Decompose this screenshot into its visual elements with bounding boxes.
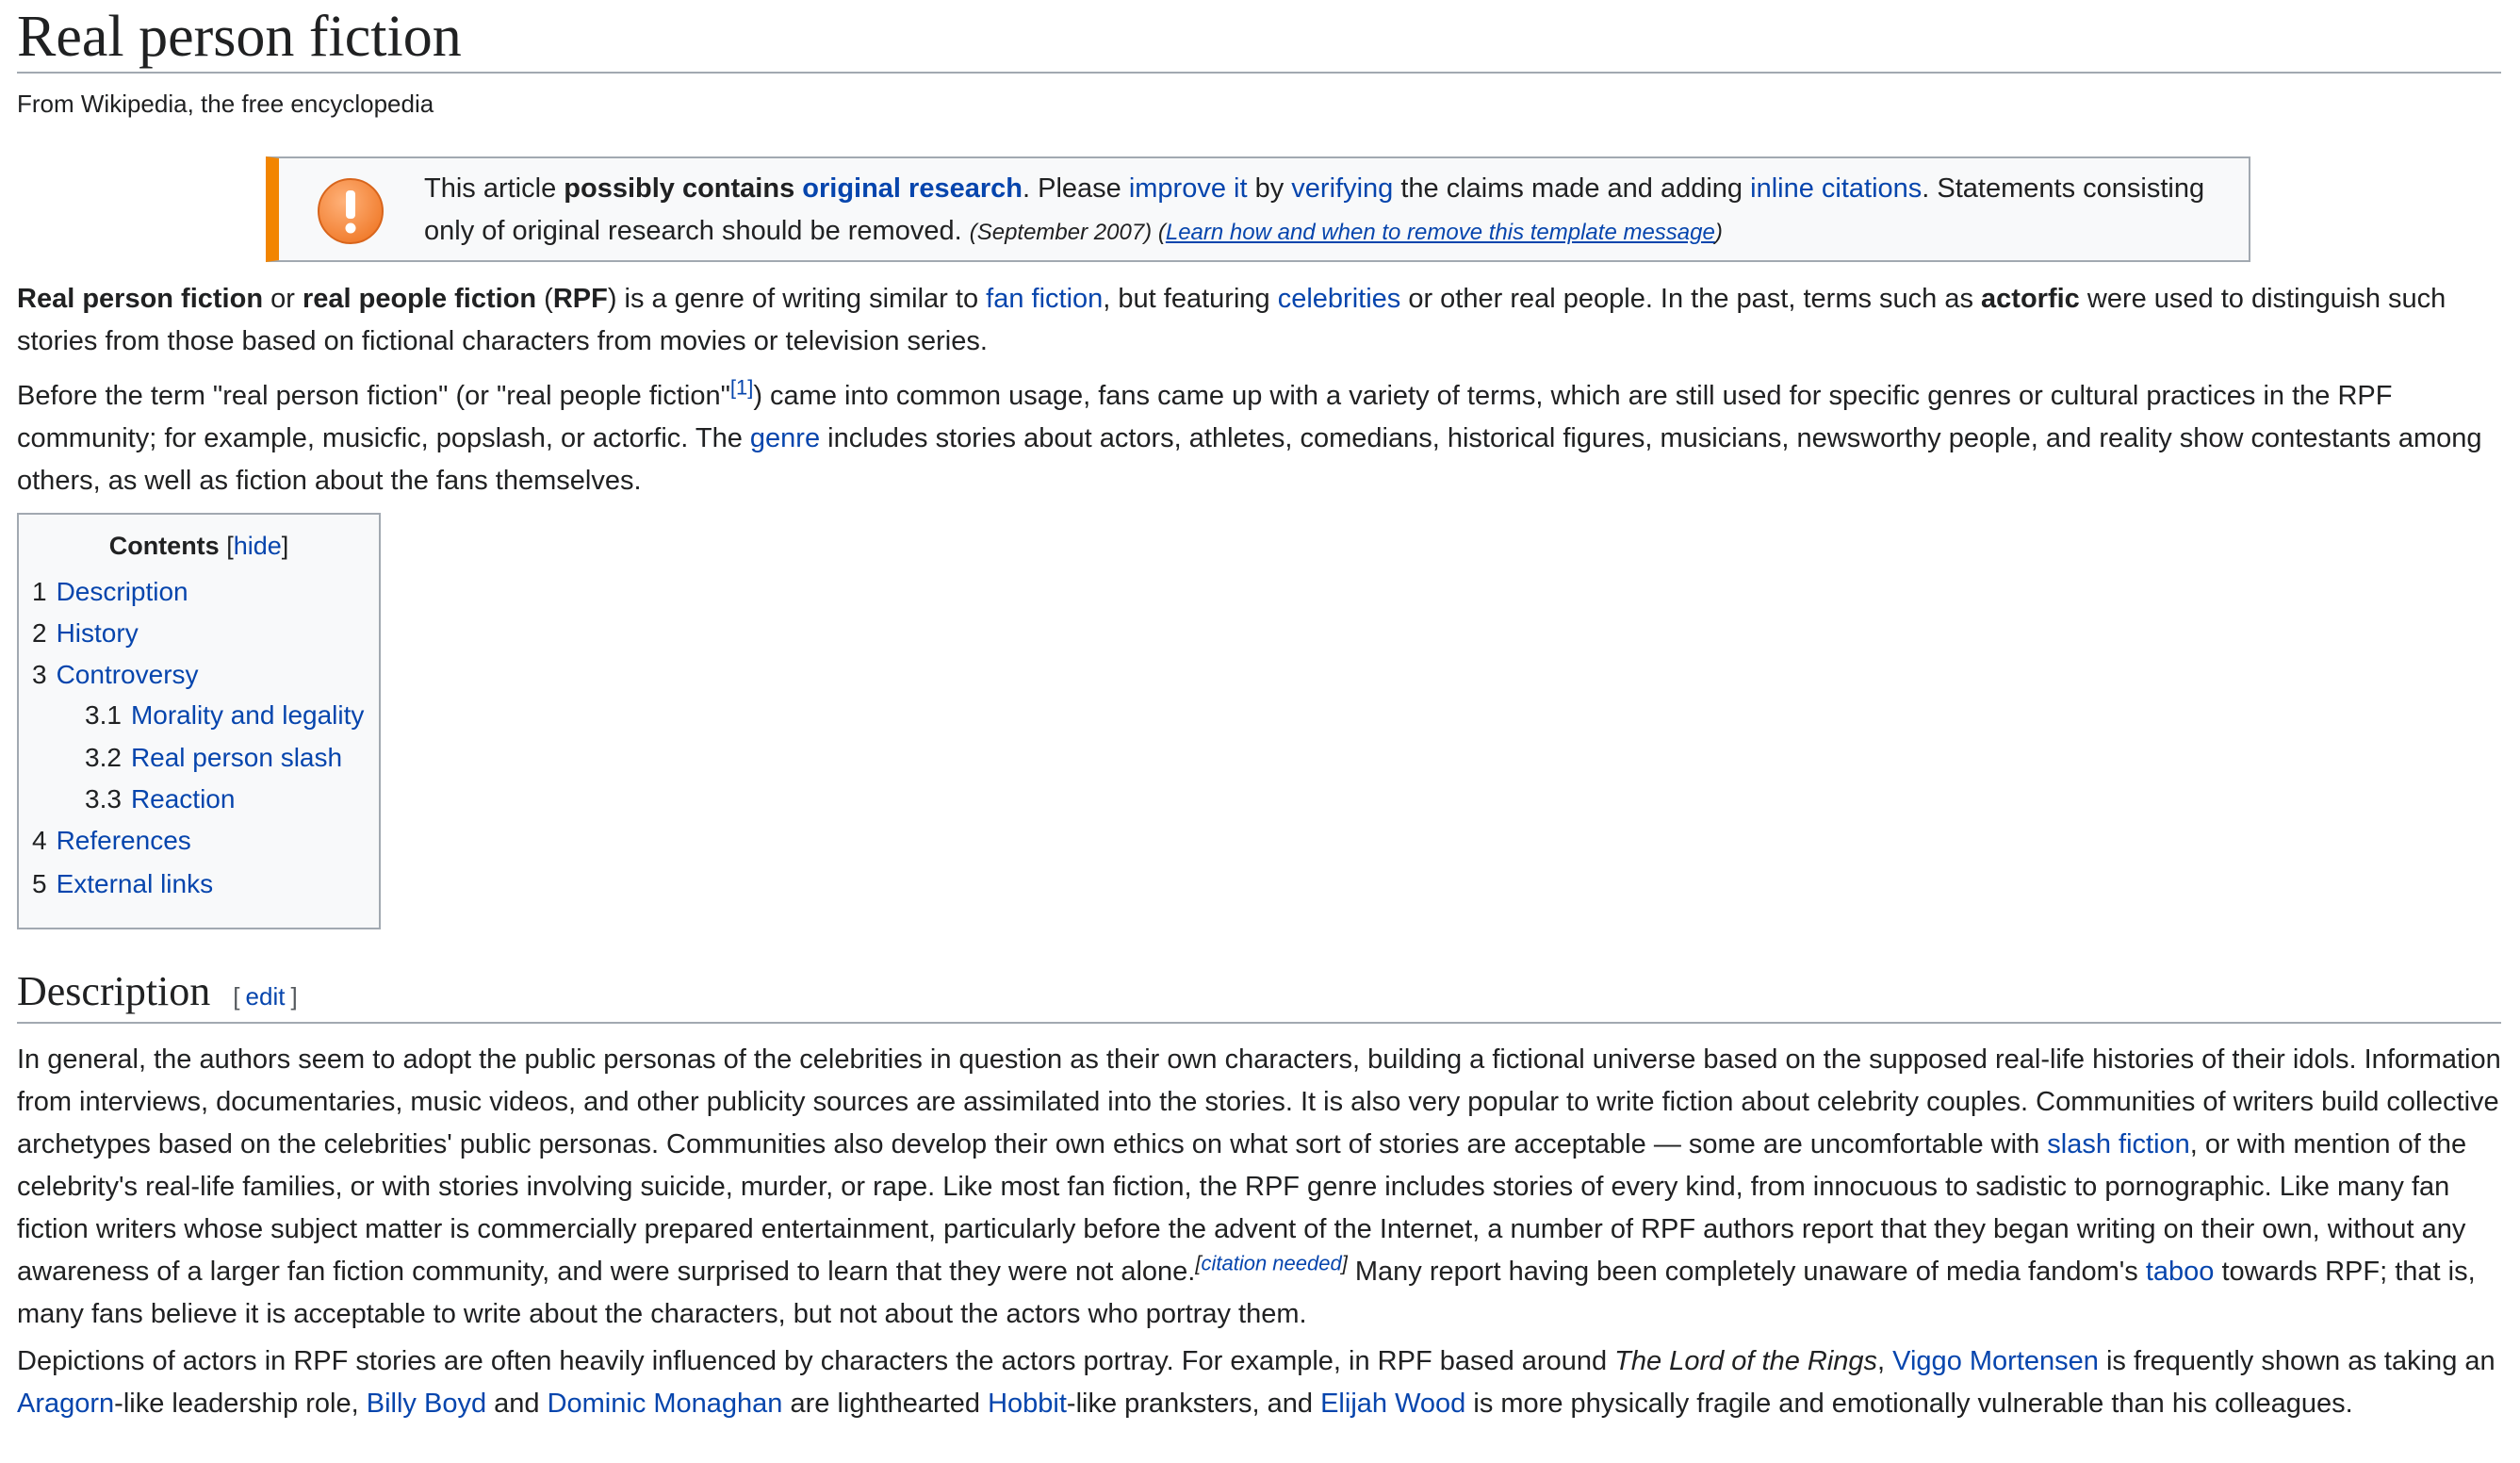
- text: is frequently shown as taking an: [2098, 1346, 2495, 1376]
- hobbit-link[interactable]: Hobbit: [988, 1389, 1067, 1419]
- paren: (: [1152, 220, 1166, 245]
- billy-boyd-link[interactable]: Billy Boyd: [367, 1389, 486, 1419]
- bracket: ]: [281, 532, 289, 560]
- toc-hide-link[interactable]: hide: [234, 532, 282, 560]
- edit-section-link[interactable]: edit: [246, 982, 286, 1011]
- toc-title: Contents [hide]: [19, 532, 379, 561]
- bold-term: real people fiction: [302, 284, 537, 314]
- toc-number: 3.2: [85, 743, 122, 772]
- toc-number: 1: [32, 577, 47, 606]
- citation-needed: [citation needed]: [1195, 1251, 1347, 1274]
- toc-link-description[interactable]: Description: [57, 577, 188, 606]
- text: is more physically fragile and emotional…: [1465, 1389, 2353, 1419]
- taboo-link[interactable]: taboo: [2146, 1257, 2215, 1287]
- toc-item[interactable]: 3 Controversy: [32, 656, 199, 694]
- section-title: Description: [17, 968, 211, 1014]
- intro-paragraph-1: Real person fiction or real people ficti…: [17, 278, 2501, 363]
- fan-fiction-link[interactable]: fan fiction: [986, 284, 1103, 314]
- learn-remove-template-link[interactable]: Learn how and when to remove this templa…: [1166, 220, 1715, 245]
- toc-item[interactable]: 4 References: [32, 822, 191, 860]
- original-research-link[interactable]: original research: [802, 173, 1023, 204]
- page-title: Real person fiction: [17, 0, 2501, 74]
- section-heading-description: Description [edit]: [17, 963, 2501, 1024]
- toc-heading: Contents: [108, 532, 220, 560]
- text: (: [536, 284, 553, 314]
- notice-text: This article possibly contains original …: [424, 168, 2230, 254]
- toc-number: 2: [32, 618, 47, 648]
- notice-text-part: by: [1247, 173, 1292, 204]
- text: Depictions of actors in RPF stories are …: [17, 1346, 1615, 1376]
- text: and: [486, 1389, 548, 1419]
- intro-paragraph-2: Before the term "real person fiction" (o…: [17, 375, 2501, 502]
- toc-link-reaction[interactable]: Reaction: [131, 784, 236, 814]
- tagline: From Wikipedia, the free encyclopedia: [17, 90, 434, 118]
- notice-text-part: . Please: [1022, 173, 1129, 204]
- text: Before the term "real person fiction" (o…: [17, 381, 730, 411]
- notice-bold: possibly contains: [564, 173, 803, 204]
- paren: ): [1714, 220, 1723, 245]
- section-edit: [edit]: [233, 982, 297, 1011]
- description-paragraph-2: Depictions of actors in RPF stories are …: [17, 1340, 2501, 1425]
- toc-item[interactable]: 1 Description: [32, 573, 188, 611]
- text: -like pranksters, and: [1066, 1389, 1321, 1419]
- toc-number: 4: [32, 826, 47, 855]
- reference-1-link[interactable]: [1]: [730, 375, 753, 399]
- dominic-monaghan-link[interactable]: Dominic Monaghan: [548, 1389, 783, 1419]
- genre-link[interactable]: genre: [750, 423, 820, 453]
- bold-term: Real person fiction: [17, 284, 264, 314]
- verifying-link[interactable]: verifying: [1291, 173, 1393, 204]
- improve-it-link[interactable]: improve it: [1129, 173, 1248, 204]
- toc-link-references[interactable]: References: [57, 826, 191, 855]
- inline-citations-link[interactable]: inline citations: [1750, 173, 1922, 204]
- slash-fiction-link[interactable]: slash fiction: [2047, 1129, 2190, 1159]
- text: ,: [1877, 1346, 1893, 1376]
- viggo-mortensen-link[interactable]: Viggo Mortensen: [1892, 1346, 2099, 1376]
- aragorn-link[interactable]: Aragorn: [17, 1389, 114, 1419]
- notice-date: (September 2007): [969, 220, 1153, 245]
- toc-link-controversy[interactable]: Controversy: [57, 660, 199, 689]
- bracket: ]: [290, 982, 298, 1011]
- exclamation-icon: [318, 178, 384, 244]
- toc-item[interactable]: 5 External links: [32, 865, 213, 903]
- toc-item[interactable]: 3.1 Morality and legality: [85, 697, 364, 734]
- elijah-wood-link[interactable]: Elijah Wood: [1320, 1389, 1465, 1419]
- text: , but featuring: [1103, 284, 1278, 314]
- toc-number: 5: [32, 869, 47, 898]
- toc-item[interactable]: 2 History: [32, 615, 139, 652]
- text: or other real people. In the past, terms…: [1400, 284, 1982, 314]
- bold-term: RPF: [552, 284, 608, 314]
- table-of-contents: Contents [hide] 1 Description 2 History 3C…: [17, 513, 381, 929]
- text: are lighthearted: [782, 1389, 989, 1419]
- bold-term: actorfic: [1981, 284, 2080, 314]
- description-paragraph-1: In general, the authors seem to adopt th…: [17, 1039, 2501, 1336]
- text: Many report having been completely unawa…: [1347, 1257, 2146, 1287]
- toc-link-history[interactable]: History: [57, 618, 139, 648]
- toc-number: 3: [32, 660, 47, 689]
- citation-needed-link[interactable]: citation needed: [1201, 1251, 1341, 1274]
- toc-link-external-links[interactable]: External links: [57, 869, 214, 898]
- notice-text-part: the claims made and adding: [1393, 173, 1751, 204]
- toc-number: 3.1: [85, 700, 122, 730]
- notice-text-part: This article: [424, 173, 565, 204]
- toc-number: 3.3: [85, 784, 122, 814]
- toc-link-morality-legality[interactable]: Morality and legality: [131, 700, 364, 730]
- text: or: [263, 284, 303, 314]
- bracket: [: [219, 532, 234, 560]
- text: -like leadership role,: [114, 1389, 367, 1419]
- original-research-notice: This article possibly contains original …: [266, 156, 2250, 262]
- text: ) is a genre of writing similar to: [607, 284, 987, 314]
- toc-link-real-person-slash[interactable]: Real person slash: [131, 743, 342, 772]
- toc-item[interactable]: 3.3 Reaction: [85, 781, 235, 818]
- bracket: [: [233, 982, 240, 1011]
- work-title: The Lord of the Rings: [1614, 1346, 1878, 1376]
- celebrities-link[interactable]: celebrities: [1278, 284, 1401, 314]
- toc-item[interactable]: 3.2 Real person slash: [85, 739, 342, 777]
- article-page: Real person fiction From Wikipedia, the …: [17, 0, 2501, 1419]
